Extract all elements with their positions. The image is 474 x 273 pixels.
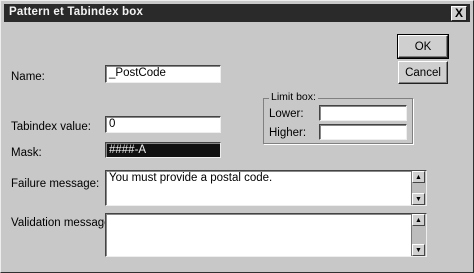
- lower-field[interactable]: [319, 105, 407, 121]
- validation-message-scrollbar[interactable]: ▲ ▼: [411, 214, 426, 256]
- window-title: Pattern et Tabindex box: [9, 6, 144, 18]
- validation-message-textarea[interactable]: ▲ ▼: [105, 213, 427, 257]
- mask-field[interactable]: ####-A: [105, 142, 221, 158]
- failure-message-label: Failure message:: [11, 178, 100, 190]
- name-field[interactable]: _PostCode: [105, 65, 221, 83]
- mask-label: Mask:: [11, 147, 42, 159]
- title-bar[interactable]: Pattern et Tabindex box X: [4, 4, 470, 22]
- limits-group-label: Limit box:: [269, 91, 318, 103]
- validation-message-label: Validation message:: [11, 217, 114, 229]
- failure-message-scrollbar[interactable]: ▲ ▼: [411, 171, 426, 205]
- scroll-down-arrow-icon[interactable]: ▼: [412, 193, 425, 205]
- failure-message-textarea[interactable]: You must provide a postal code. ▲ ▼: [105, 170, 427, 206]
- ok-button[interactable]: OK: [397, 34, 449, 59]
- lower-label: Lower:: [269, 108, 304, 120]
- dialog-window: Pattern et Tabindex box X OK Cancel Name…: [0, 0, 474, 273]
- close-icon[interactable]: X: [451, 6, 467, 21]
- higher-label: Higher:: [269, 127, 307, 139]
- name-label: Name:: [11, 71, 45, 83]
- scroll-down-arrow-icon[interactable]: ▼: [412, 244, 425, 256]
- cancel-button[interactable]: Cancel: [398, 61, 448, 84]
- higher-field[interactable]: [319, 124, 407, 140]
- scroll-up-arrow-icon[interactable]: ▲: [412, 171, 425, 183]
- failure-message-text: You must provide a postal code.: [109, 172, 273, 184]
- scroll-up-arrow-icon[interactable]: ▲: [412, 214, 425, 226]
- tabindex-label: Tabindex value:: [11, 121, 91, 133]
- tabindex-field[interactable]: 0: [105, 116, 221, 133]
